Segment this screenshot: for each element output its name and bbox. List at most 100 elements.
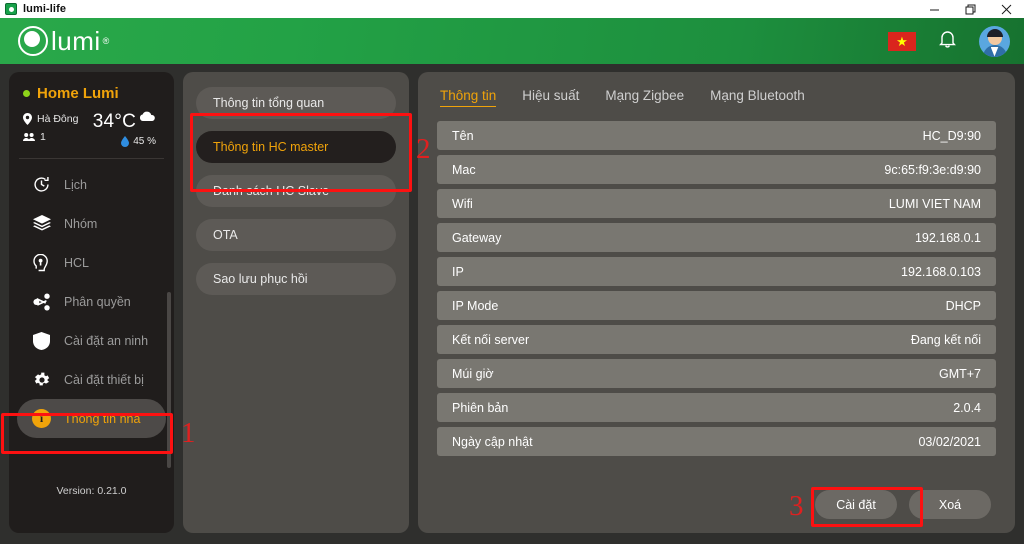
tab-mang-zigbee[interactable]: Mạng Zigbee <box>605 88 684 107</box>
sidebar-item-cai-dat-thiet-bi[interactable]: Cài đặt thiết bị <box>17 360 166 399</box>
tab-hieu-suat[interactable]: Hiệu suất <box>522 88 579 107</box>
members-count: 1 <box>40 131 46 143</box>
row-value: 2.0.4 <box>953 400 981 415</box>
sidebar-item-label: Lịch <box>64 177 87 192</box>
row-label: IP <box>452 264 464 279</box>
sidebar-item-lich[interactable]: Lịch <box>17 165 166 204</box>
row-value: LUMI VIET NAM <box>888 196 981 211</box>
row-value: GMT+7 <box>938 366 981 381</box>
submenu-item-label: Sao lưu phục hồi <box>213 272 308 286</box>
row-value: 03/02/2021 <box>918 434 981 449</box>
row-label: Gateway <box>452 230 502 245</box>
user-avatar[interactable] <box>979 25 1010 57</box>
sidebar-item-thong-tin-nha[interactable]: i Thông tin nhà <box>17 399 166 438</box>
people-icon <box>23 133 35 141</box>
window-title: lumi-life <box>23 3 67 15</box>
sidebar-nav: Lịch Nhóm HCL Phân quyền Cài đặt an ninh… <box>9 159 174 485</box>
row-label: Phiên bản <box>452 400 509 415</box>
maximize-icon[interactable] <box>952 0 988 18</box>
table-row: Mac 9c:65:f9:3e:d9:90 <box>437 155 996 184</box>
submenu-item-thong-tin-hc-master[interactable]: Thông tin HC master <box>196 131 396 163</box>
row-label: Mac <box>452 162 476 177</box>
sidebar-item-label: Phân quyền <box>64 294 131 309</box>
sidebar-item-label: HCL <box>64 255 90 270</box>
lumi-logo: lumi ® <box>18 26 109 57</box>
lumi-logo-icon <box>18 26 48 56</box>
window-titlebar: lumi-life <box>0 0 1024 18</box>
row-label: Kết nối server <box>452 332 530 347</box>
table-row: Tên HC_D9:90 <box>437 121 996 150</box>
vietnam-flag-icon[interactable]: ★ <box>888 31 916 51</box>
submenu-item-ota[interactable]: OTA <box>196 219 396 251</box>
notification-bell-icon[interactable] <box>938 29 957 54</box>
flag-star: ★ <box>896 33 908 49</box>
lumi-app-icon <box>5 3 17 15</box>
humidity-value: 45 % <box>133 136 156 147</box>
submenu-panel: Thông tin tổng quan Thông tin HC master … <box>183 72 409 533</box>
delete-button[interactable]: Xoá <box>909 490 991 519</box>
row-label: Ngày cập nhật <box>452 434 533 449</box>
sidebar-item-phan-quyen[interactable]: Phân quyền <box>17 282 166 321</box>
sidebar-item-label: Nhóm <box>64 216 98 231</box>
submenu-item-sao-luu-phuc-hoi[interactable]: Sao lưu phục hồi <box>196 263 396 295</box>
row-value: DHCP <box>945 298 981 313</box>
app-header-actions: ★ <box>888 18 1010 64</box>
row-value: Đang kết nối <box>910 332 981 347</box>
sidebar: Home Lumi Hà Đông 1 34°C 45 % Lịch Nhóm … <box>9 72 174 533</box>
settings-button[interactable]: Cài đặt <box>815 490 897 519</box>
submenu-item-label: Thông tin HC master <box>213 140 329 154</box>
app-version-label: Version: 0.21.0 <box>56 485 127 497</box>
clock-icon <box>32 176 51 193</box>
temperature-value: 34°C <box>92 111 136 132</box>
submenu-item-label: OTA <box>213 228 238 242</box>
row-label: IP Mode <box>452 298 499 313</box>
table-row: Ngày cập nhật 03/02/2021 <box>437 427 996 456</box>
sidebar-item-hcl[interactable]: HCL <box>17 243 166 282</box>
table-row: Wifi LUMI VIET NAM <box>437 189 996 218</box>
row-label: Wifi <box>452 196 473 211</box>
info-icon: i <box>32 409 51 428</box>
table-row: IP Mode DHCP <box>437 291 996 320</box>
annotation-number-1: 1 <box>181 417 196 449</box>
submenu-item-thong-tin-tong-quan[interactable]: Thông tin tổng quan <box>196 87 396 119</box>
row-value: 192.168.0.103 <box>901 264 981 279</box>
table-row: Kết nối server Đang kết nối <box>437 325 996 354</box>
row-value: HC_D9:90 <box>922 128 981 143</box>
close-icon[interactable] <box>988 0 1024 18</box>
gear-icon <box>32 371 51 389</box>
table-row: Múi giờ GMT+7 <box>437 359 996 388</box>
members-row: 1 <box>23 131 78 143</box>
sidebar-item-cai-dat-an-ninh[interactable]: Cài đặt an ninh <box>17 321 166 360</box>
shield-icon <box>32 331 51 350</box>
home-meta: Hà Đông 1 34°C 45 % <box>23 111 160 147</box>
tab-thong-tin[interactable]: Thông tin <box>440 88 497 107</box>
brand-name: lumi <box>51 25 101 56</box>
tab-label: Hiệu suất <box>522 88 580 103</box>
annotation-number-2: 2 <box>416 133 431 165</box>
window-controls <box>916 0 1024 18</box>
table-row: Gateway 192.168.0.1 <box>437 223 996 252</box>
submenu-item-label: Thông tin tổng quan <box>213 96 325 110</box>
row-label: Tên <box>452 128 474 143</box>
minimize-icon[interactable] <box>916 0 952 18</box>
cloud-icon <box>139 109 156 127</box>
annotation-number-3: 3 <box>789 490 804 522</box>
workspace: Home Lumi Hà Đông 1 34°C 45 % Lịch Nhóm … <box>0 64 1024 544</box>
sidebar-scrollbar[interactable] <box>167 292 171 468</box>
tab-label: Mạng Zigbee <box>605 88 685 103</box>
tab-label: Mạng Bluetooth <box>710 88 805 103</box>
tab-mang-bluetooth[interactable]: Mạng Bluetooth <box>710 88 805 107</box>
submenu-item-danh-sach-hc-slave[interactable]: Danh sách HC Slave <box>196 175 396 207</box>
sidebar-item-label: Cài đặt an ninh <box>64 333 149 348</box>
sidebar-item-nhom[interactable]: Nhóm <box>17 204 166 243</box>
home-summary-card[interactable]: Home Lumi Hà Đông 1 34°C 45 % <box>9 72 174 158</box>
sidebar-item-label: Cài đặt thiết bị <box>64 372 144 387</box>
info-table: Tên HC_D9:90 Mac 9c:65:f9:3e:d9:90 Wifi … <box>437 121 996 456</box>
table-row: IP 192.168.0.103 <box>437 257 996 286</box>
app-header: lumi ® ★ <box>0 18 1024 64</box>
tab-bar: Thông tin Hiệu suất Mạng Zigbee Mạng Blu… <box>437 88 996 107</box>
location-pin-icon <box>23 113 32 125</box>
layers-icon <box>32 215 51 232</box>
share-icon <box>32 293 51 311</box>
sidebar-item-label: Thông tin nhà <box>64 411 141 426</box>
